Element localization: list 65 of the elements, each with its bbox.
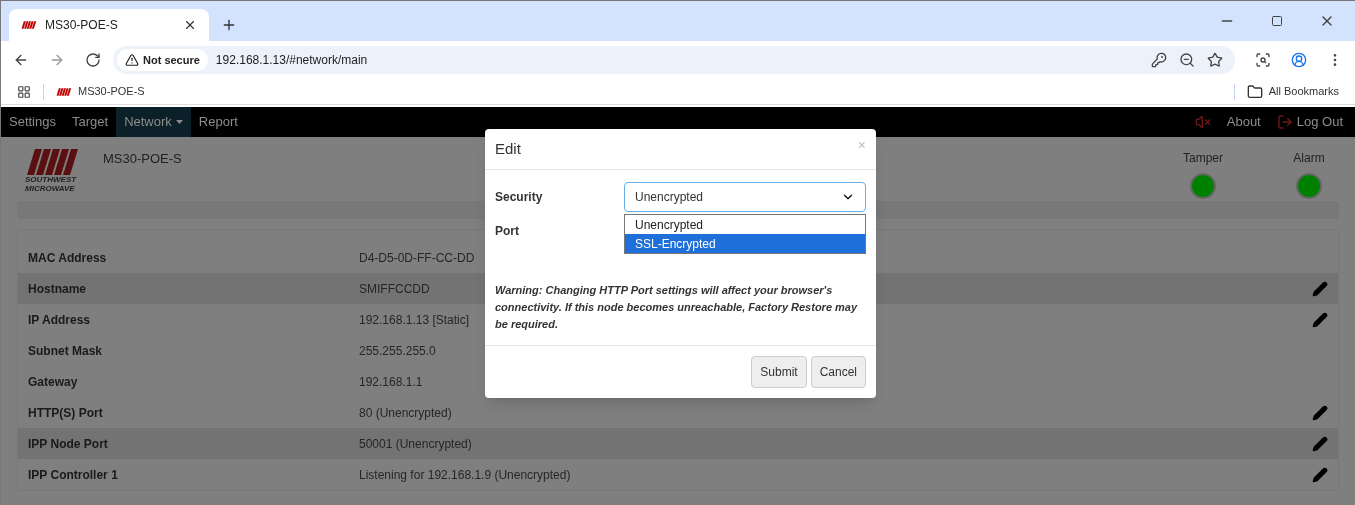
about-link[interactable]: About <box>1226 112 1261 132</box>
reload-icon[interactable] <box>85 52 101 68</box>
field-label: IPP Node Port <box>28 435 109 453</box>
warning-text: Warning: Changing HTTP Port settings will affect your browser's connectivity. If this node becomes unreachable, Factory Restore may be required. <box>495 283 859 332</box>
dropdown-option[interactable]: SSL-Encrypted <box>625 234 865 253</box>
nav-item[interactable]: Report <box>190 107 246 137</box>
warning-icon <box>125 53 139 67</box>
dialog-button[interactable]: Submit <box>751 356 807 388</box>
address-bar[interactable]: Not secure 192.168.1.13/#network/main <box>113 46 1235 74</box>
field-label: Hostname <box>28 280 87 298</box>
back-icon[interactable] <box>13 52 29 68</box>
field-label: IP Address <box>28 311 92 329</box>
forward-icon[interactable] <box>49 52 65 68</box>
browser-tab[interactable]: MS30-POE-S <box>9 9 209 41</box>
field-value: Listening for 192.168.1.9 (Unencrypted) <box>359 466 571 484</box>
nav-item[interactable]: Target <box>64 107 117 137</box>
zoom-icon[interactable] <box>1179 52 1195 68</box>
edit-icon[interactable] <box>1312 311 1328 328</box>
logout-icon <box>1276 114 1293 130</box>
all-bookmarks[interactable]: All Bookmarks <box>1246 83 1339 100</box>
profile-icon[interactable] <box>1291 52 1307 68</box>
star-icon[interactable] <box>1207 52 1223 68</box>
maximize-icon[interactable] <box>1271 15 1283 27</box>
security-select[interactable]: Unencrypted <box>624 182 866 212</box>
field-value: 192.168.1.13 [Static] <box>359 311 470 329</box>
company-logo: SOUTHWEST MICROWAVE <box>25 149 87 193</box>
logo-icon <box>21 20 37 30</box>
field-label: Port <box>495 223 519 240</box>
nav-item[interactable]: Network <box>116 107 191 137</box>
field-value: 50001 (Unencrypted) <box>359 435 472 453</box>
edit-icon[interactable] <box>1312 435 1328 452</box>
close-icon[interactable] <box>183 18 197 32</box>
apps-icon[interactable] <box>17 84 31 99</box>
device-name: MS30-POE-S <box>103 150 182 168</box>
field-value: D4-D5-0D-FF-CC-DD <box>359 249 475 267</box>
field-label: IPP Controller 1 <box>28 466 119 484</box>
field-label: MAC Address <box>28 249 108 267</box>
dropdown-option[interactable]: Unencrypted <box>625 215 865 234</box>
edit-icon[interactable] <box>1312 466 1328 483</box>
bookmark[interactable]: MS30-POE-S <box>56 83 145 100</box>
logout-link[interactable]: Log Out <box>1276 112 1343 132</box>
edit-icon[interactable] <box>1312 280 1328 297</box>
lens-icon[interactable] <box>1255 52 1271 68</box>
logo-icon <box>56 86 72 97</box>
dialog-title: Edit <box>495 138 521 159</box>
field-value: 80 (Unencrypted) <box>359 404 452 422</box>
url-text: 192.168.1.13/#network/main <box>215 52 369 69</box>
folder-icon <box>1246 83 1263 100</box>
field-value: 255.255.255.0 <box>359 342 436 360</box>
logo-icon <box>25 149 81 175</box>
field-label: HTTP(S) Port <box>28 404 104 422</box>
new-tab-icon[interactable] <box>221 17 237 33</box>
tab-title: MS30-POE-S <box>45 17 119 34</box>
field-label: Subnet Mask <box>28 342 103 360</box>
dialog-button[interactable]: Cancel <box>810 356 866 388</box>
field-label: Security <box>495 189 544 206</box>
nav-item[interactable]: Settings <box>1 107 64 137</box>
edit-icon[interactable] <box>1312 404 1328 421</box>
indicator-label: Alarm <box>1293 150 1325 167</box>
field-value: SMIFFCCDD <box>359 280 430 298</box>
security-chip[interactable]: Not secure <box>117 49 208 71</box>
key-icon[interactable] <box>1151 52 1167 68</box>
field-value: 192.168.1.1 <box>359 373 423 391</box>
indicator-label: Tamper <box>1183 150 1223 167</box>
field-label: Gateway <box>28 373 79 391</box>
